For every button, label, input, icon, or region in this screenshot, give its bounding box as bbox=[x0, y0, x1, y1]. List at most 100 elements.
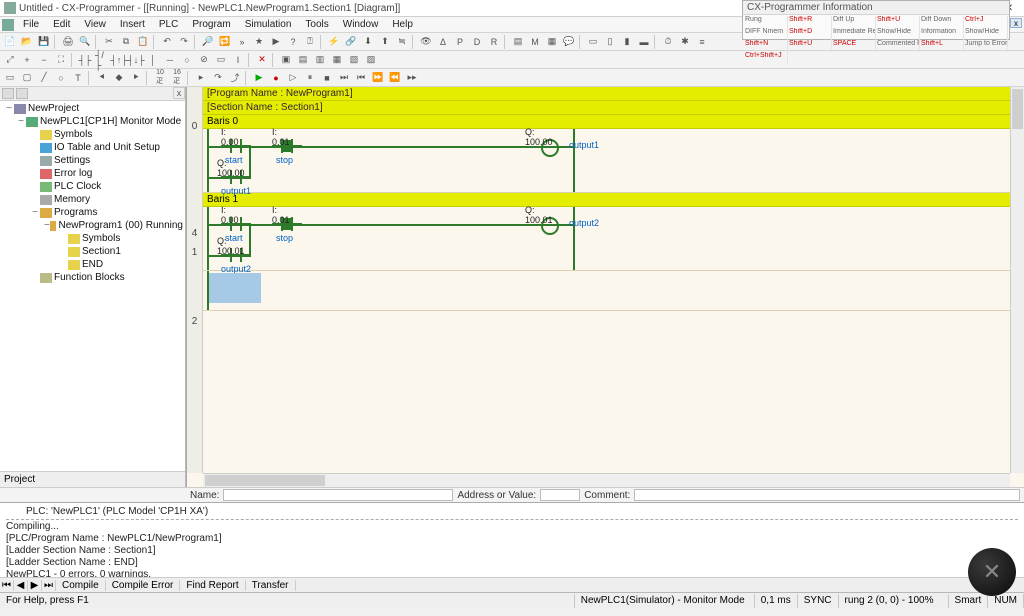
menu-plc[interactable]: PLC bbox=[152, 18, 185, 31]
output-tab-find-report[interactable]: Find Report bbox=[180, 580, 245, 591]
save-icon[interactable]: 💾 bbox=[36, 34, 52, 50]
online-icon[interactable]: ⚡ bbox=[326, 34, 342, 50]
project-tab[interactable]: Project bbox=[0, 471, 185, 487]
align-c-icon[interactable]: ◆ bbox=[111, 70, 127, 86]
preview-icon[interactable]: 🔍 bbox=[77, 34, 93, 50]
window-icon[interactable]: ▭ bbox=[585, 34, 601, 50]
recording-indicator[interactable] bbox=[968, 548, 1016, 596]
tree-programs[interactable]: −Programs bbox=[2, 206, 183, 219]
diff-icon[interactable]: Δ bbox=[435, 34, 451, 50]
transfer-from-icon[interactable]: ⬆ bbox=[377, 34, 393, 50]
window3-icon[interactable]: ▮ bbox=[619, 34, 635, 50]
addr-field[interactable] bbox=[540, 489, 580, 501]
output-tab-first[interactable]: ⏮ bbox=[0, 580, 14, 591]
zoom-fit-icon[interactable]: ⛶ bbox=[53, 52, 69, 68]
redo-icon[interactable]: ↷ bbox=[176, 34, 192, 50]
comment-icon[interactable]: 💬 bbox=[561, 34, 577, 50]
tree-plc-clock[interactable]: PLC Clock bbox=[2, 180, 183, 193]
project-tree[interactable]: −NewProject −NewPLC1[CP1H] Monitor Mode … bbox=[0, 101, 185, 285]
tree-btn-2[interactable] bbox=[16, 88, 28, 99]
tree-io-table[interactable]: IO Table and Unit Setup bbox=[2, 141, 183, 154]
section-icon[interactable]: ▤ bbox=[510, 34, 526, 50]
output-tab-transfer[interactable]: Transfer bbox=[246, 580, 296, 591]
coil-nc-icon[interactable]: ⊘ bbox=[196, 52, 212, 68]
undo-icon[interactable]: ↶ bbox=[159, 34, 175, 50]
contact-icon[interactable]: ┤├ bbox=[77, 52, 93, 68]
stepover-icon[interactable]: ↷ bbox=[210, 70, 226, 86]
ladder-content[interactable]: [Program Name : NewProgram1] [Section Na… bbox=[203, 87, 1010, 473]
io16-icon[interactable]: 16疋 bbox=[169, 70, 185, 86]
contact-stop[interactable]: I: 0.01 stop bbox=[278, 137, 296, 155]
vertical-scrollbar[interactable] bbox=[1010, 87, 1024, 473]
rung-2[interactable] bbox=[203, 271, 1010, 311]
contact-nc-icon[interactable]: ┤/├ bbox=[94, 52, 110, 68]
transfer-to-icon[interactable]: ⬇ bbox=[360, 34, 376, 50]
tree-root[interactable]: −NewProject bbox=[2, 102, 183, 115]
tool-a-icon[interactable]: ▣ bbox=[278, 52, 294, 68]
menu-tools[interactable]: Tools bbox=[298, 18, 335, 31]
help-icon[interactable]: ? bbox=[285, 34, 301, 50]
hscroll-thumb[interactable] bbox=[205, 475, 325, 486]
context-help-icon[interactable]: ⍰ bbox=[302, 34, 318, 50]
work-online-icon[interactable]: 🔗 bbox=[343, 34, 359, 50]
rect-icon[interactable]: ▢ bbox=[19, 70, 35, 86]
program-mode-icon[interactable]: P bbox=[452, 34, 468, 50]
tree-end[interactable]: END bbox=[2, 258, 183, 271]
menu-file[interactable]: File bbox=[16, 18, 46, 31]
contact-n-icon[interactable]: ┤↓├ bbox=[128, 52, 144, 68]
tree-memory[interactable]: Memory bbox=[2, 193, 183, 206]
tree-btn-1[interactable] bbox=[2, 88, 14, 99]
circle-icon[interactable]: ○ bbox=[53, 70, 69, 86]
vscroll-thumb[interactable] bbox=[1012, 89, 1023, 129]
print-icon[interactable]: 🖨 bbox=[60, 34, 76, 50]
play-icon[interactable]: ▷ bbox=[285, 70, 301, 86]
new-icon[interactable]: 📄 bbox=[2, 34, 18, 50]
menu-edit[interactable]: Edit bbox=[46, 18, 77, 31]
tool-b-icon[interactable]: ▤ bbox=[295, 52, 311, 68]
run-mode-icon[interactable]: R bbox=[486, 34, 502, 50]
tree-plc[interactable]: −NewPLC1[CP1H] Monitor Mode bbox=[2, 115, 183, 128]
window2-icon[interactable]: ▯ bbox=[602, 34, 618, 50]
window4-icon[interactable]: ▬ bbox=[636, 34, 652, 50]
coil-output2[interactable]: Q: 100.01 output2 bbox=[539, 215, 557, 233]
tree-function-blocks[interactable]: Function Blocks bbox=[2, 271, 183, 284]
tree-settings[interactable]: Settings bbox=[2, 154, 183, 167]
line-icon[interactable]: ╱ bbox=[36, 70, 52, 86]
menu-insert[interactable]: Insert bbox=[113, 18, 152, 31]
find-icon[interactable]: 🔎 bbox=[200, 34, 216, 50]
horizontal-scrollbar[interactable] bbox=[203, 473, 1010, 487]
output-tab-last[interactable]: ⏭ bbox=[42, 580, 56, 591]
cut-icon[interactable]: ✂ bbox=[101, 34, 117, 50]
rung-1[interactable]: I: 0.00 start I: 0.01 stop Q: 100.01 out… bbox=[203, 207, 1010, 271]
rung-0[interactable]: I: 0.00 start I: 0.01 stop Q: 100.00 out… bbox=[203, 129, 1010, 193]
record-icon[interactable]: ● bbox=[268, 70, 284, 86]
mnemonic-icon[interactable]: M bbox=[527, 34, 543, 50]
step-icon[interactable]: ▸ bbox=[193, 70, 209, 86]
zoom-in-icon[interactable]: + bbox=[19, 52, 35, 68]
rw-icon[interactable]: ⏪ bbox=[387, 70, 403, 86]
watch-icon[interactable]: ⏱ bbox=[660, 34, 676, 50]
tree-prog-symbols[interactable]: Symbols bbox=[2, 232, 183, 245]
tree-section1[interactable]: Section1 bbox=[2, 245, 183, 258]
instruction-icon[interactable]: I bbox=[230, 52, 246, 68]
replace-icon[interactable]: 🔁 bbox=[217, 34, 233, 50]
tree-program[interactable]: −NewProgram1 (00) Running bbox=[2, 219, 183, 232]
selected-cell[interactable] bbox=[209, 273, 261, 303]
menu-simulation[interactable]: Simulation bbox=[238, 18, 299, 31]
output-tab-prev[interactable]: ◀ bbox=[14, 580, 28, 591]
grid-icon[interactable]: ▦ bbox=[544, 34, 560, 50]
stepout-icon[interactable]: ⤴ bbox=[227, 70, 243, 86]
coil-output1[interactable]: Q: 100.00 output1 bbox=[539, 137, 557, 155]
end-icon[interactable]: ▸▸ bbox=[404, 70, 420, 86]
align-l-icon[interactable]: ⯇ bbox=[94, 70, 110, 86]
goto-icon[interactable]: » bbox=[234, 34, 250, 50]
tree-symbols[interactable]: Symbols bbox=[2, 128, 183, 141]
tool-e-icon[interactable]: ▧ bbox=[346, 52, 362, 68]
tool-d-icon[interactable]: ▦ bbox=[329, 52, 345, 68]
tool-f-icon[interactable]: ▨ bbox=[363, 52, 379, 68]
menu-help[interactable]: Help bbox=[385, 18, 420, 31]
copy-icon[interactable]: ⧉ bbox=[118, 34, 134, 50]
coil-icon[interactable]: ○ bbox=[179, 52, 195, 68]
debug-mode-icon[interactable]: D bbox=[469, 34, 485, 50]
name-field[interactable] bbox=[223, 489, 453, 501]
